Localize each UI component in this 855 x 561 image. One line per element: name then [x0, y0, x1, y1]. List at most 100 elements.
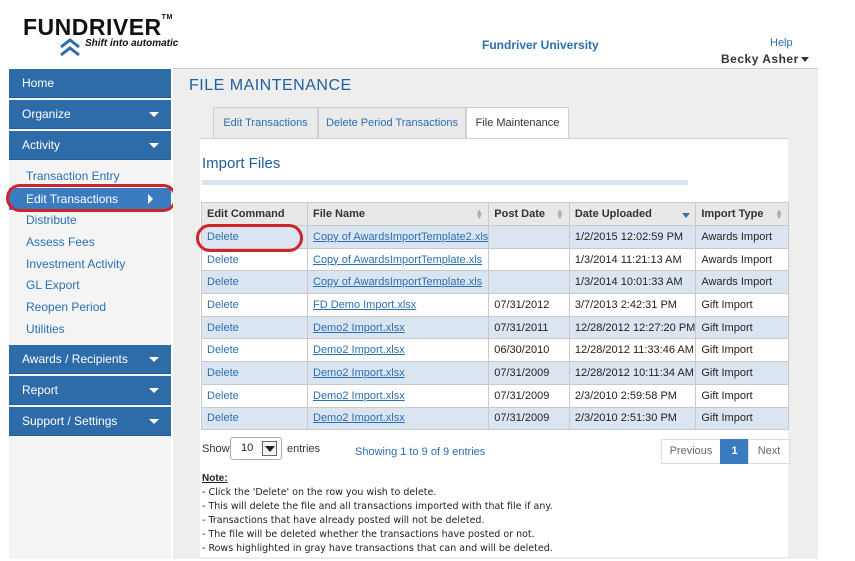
nav-awards-recipients[interactable]: Awards / Recipients	[9, 345, 171, 374]
import-type-cell: Gift Import	[695, 315, 789, 340]
page-1-button[interactable]: 1	[720, 439, 749, 464]
sort-icon: ▲ ▼	[775, 207, 783, 221]
highlight-annotation	[6, 184, 177, 212]
nav-label: Activity	[22, 138, 61, 152]
nav-organize[interactable]: Organize	[9, 100, 171, 129]
sidebar-item-transaction-entry[interactable]: Transaction Entry	[26, 169, 120, 183]
tab-edit-transactions[interactable]: Edit Transactions	[213, 107, 318, 139]
column-header-post-date[interactable]: Post Date ▲ ▼	[488, 202, 570, 226]
logo-text: FUNDRIVER	[23, 14, 162, 40]
column-label: Edit Command	[207, 208, 285, 220]
file-name-link[interactable]: Demo2 Import.xlsx	[306, 338, 490, 363]
column-header-date-uploaded[interactable]: Date Uploaded	[568, 202, 697, 226]
post-date-cell: 07/31/2009	[488, 383, 570, 408]
previous-page-button[interactable]: Previous	[661, 439, 721, 464]
date-uploaded-cell: 2/3/2010 2:51:30 PM	[568, 406, 697, 431]
nav-support-settings[interactable]: Support / Settings	[9, 407, 171, 436]
sidebar-item-gl-export[interactable]: GL Export	[26, 278, 80, 292]
table-header-row: Edit Command File Name ▲ ▼ Post Date ▲ ▼ Dat…	[201, 202, 789, 226]
delete-label: Delete	[207, 366, 239, 379]
entries-per-page-select[interactable]: 10	[230, 437, 282, 460]
nav-label: Home	[22, 76, 55, 90]
nav-activity[interactable]: Activity	[9, 131, 171, 160]
user-menu[interactable]: Becky Asher	[721, 52, 809, 66]
nav-label: Support / Settings	[22, 414, 118, 428]
logo-trademark: TM	[161, 14, 173, 21]
fundriver-university-link[interactable]: Fundriver University	[482, 38, 599, 52]
column-header-import-type[interactable]: Import Type ▲ ▼	[695, 202, 789, 226]
note-line: - This will delete the file and all tran…	[202, 501, 553, 512]
file-name-link[interactable]: Demo2 Import.xlsx	[306, 361, 490, 385]
nav-report[interactable]: Report	[9, 376, 171, 405]
file-name: Demo2 Import.xlsx	[313, 321, 405, 334]
show-label: Show	[202, 443, 230, 455]
sidebar-item-assess-fees[interactable]: Assess Fees	[26, 235, 95, 249]
next-page-button[interactable]: Next	[748, 439, 790, 464]
date-uploaded-cell: 12/28/2012 10:11:34 AM	[568, 361, 697, 385]
fundriver-logo[interactable]: FUNDRIVERTM Shift into automatic	[23, 10, 193, 60]
section-underline	[202, 180, 688, 185]
date-uploaded-cell: 3/7/2013 2:42:31 PM	[568, 293, 697, 317]
import-type-cell: Awards Import	[695, 270, 789, 295]
column-label: Import Type	[701, 208, 764, 220]
delete-label: Delete	[207, 321, 239, 334]
nav-home[interactable]: Home	[9, 69, 171, 98]
table-row: Delete Demo2 Import.xlsx 06/30/2010 12/2…	[201, 338, 789, 363]
column-header-file-name[interactable]: File Name ▲ ▼	[306, 202, 490, 226]
tab-delete-period-transactions[interactable]: Delete Period Transactions	[318, 107, 466, 139]
dropdown-arrow-icon	[262, 441, 277, 456]
file-name-link[interactable]: FD Demo Import.xlsx	[306, 293, 490, 317]
delete-link[interactable]: Delete	[201, 383, 308, 408]
column-header-edit-command[interactable]: Edit Command	[201, 202, 308, 226]
sidebar-item-reopen-period[interactable]: Reopen Period	[26, 300, 106, 314]
nav-label: Organize	[22, 107, 71, 121]
delete-link[interactable]: Delete	[201, 361, 308, 385]
file-name-link[interactable]: Copy of AwardsImportTemplate.xls	[306, 247, 490, 272]
delete-link[interactable]: Delete	[201, 270, 308, 295]
date-uploaded-cell: 2/3/2010 2:59:58 PM	[568, 383, 697, 408]
showing-entries-info: Showing 1 to 9 of 9 entries	[355, 446, 486, 458]
note-heading: Note:	[202, 473, 228, 484]
file-name-link[interactable]: Copy of AwardsImportTemplate.xls	[306, 270, 490, 295]
date-uploaded-cell: 12/28/2012 12:27:20 PM	[568, 315, 697, 340]
caret-down-icon	[149, 388, 159, 393]
date-uploaded-cell: 1/3/2014 10:01:33 AM	[568, 270, 697, 295]
file-name-link[interactable]: Demo2 Import.xlsx	[306, 406, 490, 431]
tab-file-maintenance[interactable]: File Maintenance	[466, 107, 569, 140]
post-date-cell: 07/31/2012	[488, 293, 570, 317]
sidebar-item-utilities[interactable]: Utilities	[26, 322, 65, 336]
post-date-cell	[488, 225, 570, 249]
caret-down-icon	[800, 57, 809, 63]
delete-link[interactable]: Delete	[201, 406, 308, 431]
post-date-cell: 07/31/2009	[488, 361, 570, 385]
table-row: Delete Demo2 Import.xlsx 07/31/2009 2/3/…	[201, 383, 789, 408]
help-link[interactable]: Help	[770, 37, 793, 49]
note-line: - The file will be deleted whether the t…	[202, 529, 535, 540]
note-line: - Transactions that have already posted …	[202, 515, 485, 526]
sort-icon: ▲ ▼	[475, 207, 484, 221]
highlight-annotation	[196, 224, 303, 252]
file-name-link[interactable]: Demo2 Import.xlsx	[306, 315, 490, 340]
file-name-link[interactable]: Copy of AwardsImportTemplate2.xls	[306, 225, 490, 249]
caret-down-icon	[149, 357, 159, 362]
table-row: Delete FD Demo Import.xlsx 07/31/2012 3/…	[201, 293, 789, 317]
import-type-cell: Gift Import	[695, 406, 789, 431]
post-date-cell	[488, 247, 570, 272]
delete-link[interactable]: Delete	[201, 293, 308, 317]
file-name-link[interactable]: Demo2 Import.xlsx	[306, 383, 490, 408]
delete-link[interactable]: Delete	[201, 315, 308, 340]
app-window: FUNDRIVERTM Shift into automatic Fundriv…	[0, 0, 855, 561]
sidebar-item-investment-activity[interactable]: Investment Activity	[26, 257, 125, 271]
delete-link[interactable]: Delete	[201, 338, 308, 363]
post-date-cell: 07/31/2011	[488, 315, 570, 340]
sidebar-item-distribute[interactable]: Distribute	[26, 213, 77, 227]
sort-icon: ▲ ▼	[555, 207, 564, 221]
sort-descending-icon	[682, 213, 691, 218]
entries-value: 10	[241, 442, 254, 454]
import-type-cell: Awards Import	[695, 247, 789, 272]
file-name: Demo2 Import.xlsx	[313, 366, 405, 379]
file-name: Demo2 Import.xlsx	[313, 344, 405, 357]
column-label: File Name	[313, 208, 365, 220]
date-uploaded-cell: 1/3/2014 11:21:13 AM	[568, 247, 697, 272]
post-date-cell: 06/30/2010	[488, 338, 570, 363]
